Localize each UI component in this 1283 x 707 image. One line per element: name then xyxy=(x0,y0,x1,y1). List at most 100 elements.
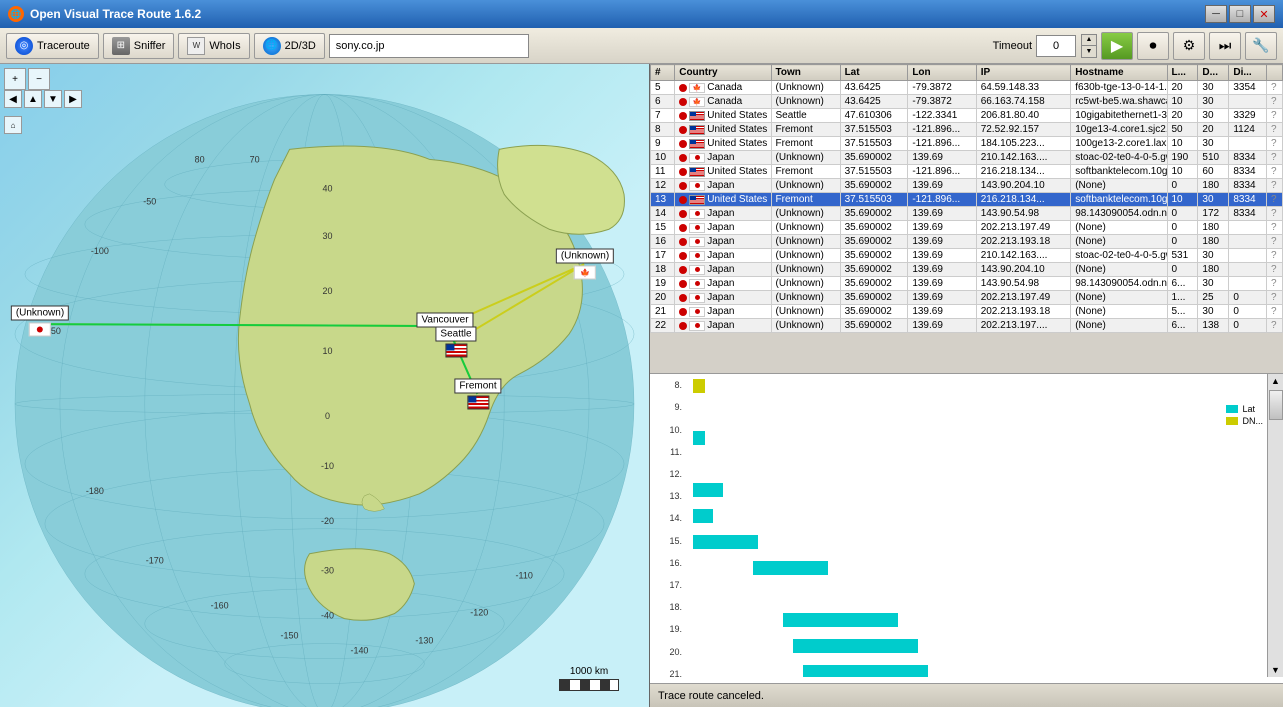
cell-action[interactable]: ? xyxy=(1267,123,1283,137)
cell-hostname: 98.143090054.odn.ne.jp xyxy=(1071,207,1167,221)
record-button[interactable]: ⏺ xyxy=(1137,32,1169,60)
cell-ip: 210.142.163.... xyxy=(976,249,1071,263)
cell-d: 180 xyxy=(1198,179,1229,193)
status-dot xyxy=(679,308,687,316)
minimize-button[interactable]: ─ xyxy=(1205,5,1227,23)
table-row[interactable]: 18 Japan (Unknown) 35.690002 139.69 143.… xyxy=(651,263,1283,277)
sniffer-button[interactable]: ⊞ Sniffer xyxy=(103,33,175,59)
cell-l: 0 xyxy=(1167,235,1198,249)
cell-l: 10 xyxy=(1167,165,1198,179)
map-zoom-in[interactable]: + xyxy=(4,68,26,90)
close-button[interactable]: ✕ xyxy=(1253,5,1275,23)
chart-label-20: 20. xyxy=(650,640,685,662)
col-header-lat: Lat xyxy=(840,65,908,81)
maximize-button[interactable]: □ xyxy=(1229,5,1251,23)
cell-action[interactable]: ? xyxy=(1267,277,1283,291)
marker-label: (Unknown) xyxy=(11,306,69,321)
timeout-up-button[interactable]: ▲ xyxy=(1082,35,1096,46)
cell-action[interactable]: ? xyxy=(1267,81,1283,95)
cell-town: (Unknown) xyxy=(771,95,840,109)
scroll-down-button[interactable]: ▼ xyxy=(1268,663,1283,677)
cell-action[interactable]: ? xyxy=(1267,193,1283,207)
cell-action[interactable]: ? xyxy=(1267,95,1283,109)
play-button[interactable]: ▶ xyxy=(1101,32,1133,60)
table-row[interactable]: 6 🍁 Canada (Unknown) 43.6425 -79.3872 66… xyxy=(651,95,1283,109)
table-row[interactable]: 7 United States Seattle 47.610306 -122.3… xyxy=(651,109,1283,123)
bar-19-cyan xyxy=(803,665,928,677)
table-row[interactable]: 19 Japan (Unknown) 35.690002 139.69 143.… xyxy=(651,277,1283,291)
url-input[interactable] xyxy=(329,34,529,58)
table-row[interactable]: 14 Japan (Unknown) 35.690002 139.69 143.… xyxy=(651,207,1283,221)
whois-button[interactable]: W WhoIs xyxy=(178,33,249,59)
table-row[interactable]: 8 United States Fremont 37.515503 -121.8… xyxy=(651,123,1283,137)
cell-lon: -121.896... xyxy=(908,137,976,151)
timeout-down-button[interactable]: ▼ xyxy=(1082,46,1096,57)
cell-lon: 139.69 xyxy=(908,221,976,235)
timeout-input[interactable] xyxy=(1036,35,1076,57)
forward-button[interactable]: ⏭ xyxy=(1209,32,1241,60)
cell-l: 0 xyxy=(1167,263,1198,277)
cell-action[interactable]: ? xyxy=(1267,305,1283,319)
marker-unknown-jp: (Unknown) xyxy=(11,306,69,337)
cell-action[interactable]: ? xyxy=(1267,221,1283,235)
table-row[interactable]: 5 🍁 Canada (Unknown) 43.6425 -79.3872 64… xyxy=(651,81,1283,95)
cell-action[interactable]: ? xyxy=(1267,109,1283,123)
cell-d: 30 xyxy=(1198,305,1229,319)
table-row[interactable]: 20 Japan (Unknown) 35.690002 139.69 202.… xyxy=(651,291,1283,305)
table-row[interactable]: 12 Japan (Unknown) 35.690002 139.69 143.… xyxy=(651,179,1283,193)
cell-action[interactable]: ? xyxy=(1267,179,1283,193)
col-header-lon: Lon xyxy=(908,65,976,81)
table-row[interactable]: 13 United States Fremont 37.515503 -121.… xyxy=(651,193,1283,207)
cell-l: 20 xyxy=(1167,81,1198,95)
chart-label-16: 16. xyxy=(650,552,685,574)
table-row[interactable]: 9 United States Fremont 37.515503 -121.8… xyxy=(651,137,1283,151)
settings-button[interactable]: ⚙ xyxy=(1173,32,1205,60)
table-row[interactable]: 21 Japan (Unknown) 35.690002 139.69 202.… xyxy=(651,305,1283,319)
map-area[interactable]: + − ◀ ▲ ▼ ▶ ⌂ xyxy=(0,64,650,707)
flag-ca: 🍁 xyxy=(689,97,705,107)
traceroute-table: # Country Town Lat Lon IP Hostname L... … xyxy=(650,64,1283,333)
cell-di: 8334 xyxy=(1229,207,1267,221)
cell-action[interactable]: ? xyxy=(1267,151,1283,165)
cell-action[interactable]: ? xyxy=(1267,263,1283,277)
table-container[interactable]: # Country Town Lat Lon IP Hostname L... … xyxy=(650,64,1283,374)
tools-button[interactable]: 🔧 xyxy=(1245,32,1277,60)
cell-action[interactable]: ? xyxy=(1267,249,1283,263)
cell-di: 8334 xyxy=(1229,179,1267,193)
table-row[interactable]: 11 United States Fremont 37.515503 -121.… xyxy=(651,165,1283,179)
cell-lat: 47.610306 xyxy=(840,109,908,123)
cell-lat: 37.515503 xyxy=(840,123,908,137)
table-row[interactable]: 15 Japan (Unknown) 35.690002 139.69 202.… xyxy=(651,221,1283,235)
cell-hostname: 98.143090054.odn.ne.jp xyxy=(1071,277,1167,291)
map-zoom-out[interactable]: − xyxy=(28,68,50,90)
table-row[interactable]: 22 Japan (Unknown) 35.690002 139.69 202.… xyxy=(651,319,1283,333)
view-2d3d-button[interactable]: 🌐 2D/3D xyxy=(254,33,325,59)
cell-num: 11 xyxy=(651,165,675,179)
cell-action[interactable]: ? xyxy=(1267,319,1283,333)
chart-label-12: 12. xyxy=(650,463,685,485)
cell-country: Japan xyxy=(675,305,771,319)
legend-lat: Lat xyxy=(1226,404,1263,414)
cell-action[interactable]: ? xyxy=(1267,291,1283,305)
cell-action[interactable]: ? xyxy=(1267,207,1283,221)
cell-action[interactable]: ? xyxy=(1267,165,1283,179)
chart-scrollbar-v[interactable]: ▲ ▼ xyxy=(1267,374,1283,677)
cell-country: Japan xyxy=(675,249,771,263)
scroll-up-button[interactable]: ▲ xyxy=(1268,374,1283,388)
cell-action[interactable]: ? xyxy=(1267,235,1283,249)
toolbar: ◎ Traceroute ⊞ Sniffer W WhoIs 🌐 2D/3D T… xyxy=(0,28,1283,64)
cell-di: 0 xyxy=(1229,319,1267,333)
scroll-thumb-v[interactable] xyxy=(1269,390,1283,420)
cell-town: (Unknown) xyxy=(771,179,840,193)
table-row[interactable]: 16 Japan (Unknown) 35.690002 139.69 202.… xyxy=(651,235,1283,249)
traceroute-button[interactable]: ◎ Traceroute xyxy=(6,33,99,59)
cell-country: Japan xyxy=(675,235,771,249)
cell-di xyxy=(1229,137,1267,151)
cell-l: 6... xyxy=(1167,277,1198,291)
window-controls[interactable]: ─ □ ✕ xyxy=(1205,5,1275,23)
table-row[interactable]: 10 Japan (Unknown) 35.690002 139.69 210.… xyxy=(651,151,1283,165)
cell-num: 12 xyxy=(651,179,675,193)
cell-action[interactable]: ? xyxy=(1267,137,1283,151)
cell-di: 0 xyxy=(1229,291,1267,305)
table-row[interactable]: 17 Japan (Unknown) 35.690002 139.69 210.… xyxy=(651,249,1283,263)
